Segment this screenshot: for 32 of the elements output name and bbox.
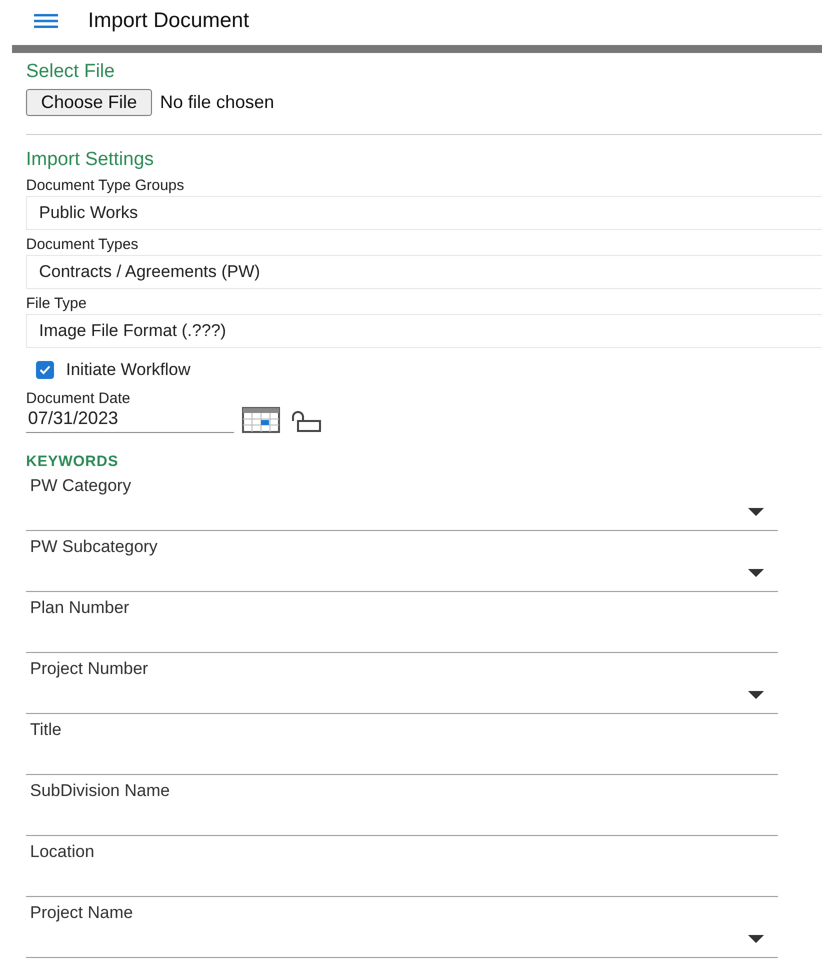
text-field[interactable]: Title (26, 714, 778, 775)
caret-icon (748, 569, 764, 577)
checkbox-label: Initiate Workflow (66, 360, 190, 380)
text-field[interactable]: Location (26, 836, 778, 897)
caret-icon (748, 935, 764, 943)
section-heading: Import Settings (26, 149, 155, 171)
field-label: Document Types (26, 236, 140, 253)
section-heading: Select File (26, 61, 116, 83)
text-field[interactable]: Plan Number (26, 592, 778, 653)
dropdown-field[interactable]: Project Number (26, 653, 778, 714)
choose-file-button[interactable]: Choose File (26, 89, 152, 116)
dropdown-field[interactable]: PW Category (26, 470, 778, 531)
calendar-icon[interactable] (242, 407, 280, 433)
select-field[interactable]: Image File Format (.???) (26, 314, 822, 348)
caret-icon (748, 508, 764, 516)
dropdown-field[interactable]: Project Name (26, 897, 778, 958)
dropdown-field[interactable]: PW Subcategory (26, 531, 778, 592)
section-heading: KEYWORDS (26, 453, 120, 470)
menu-icon[interactable] (34, 14, 58, 28)
date-field[interactable]: 07/31/2023 (26, 408, 234, 433)
text-field[interactable]: SubDivision Name (26, 775, 778, 836)
file-status: No file chosen (160, 92, 274, 113)
field-label: Document Type Groups (26, 177, 186, 194)
field-label: Document Date (26, 390, 132, 407)
workflow-checkbox[interactable] (36, 361, 54, 379)
select-field[interactable]: Public Works (26, 196, 822, 230)
checkmark-icon (39, 365, 51, 375)
page-title: Import Document (88, 9, 250, 33)
field-label: File Type (26, 295, 88, 312)
caret-icon (748, 691, 764, 699)
select-field[interactable]: Contracts / Agreements (PW) (26, 255, 822, 289)
unlocked-padlock-icon[interactable] (290, 411, 322, 433)
